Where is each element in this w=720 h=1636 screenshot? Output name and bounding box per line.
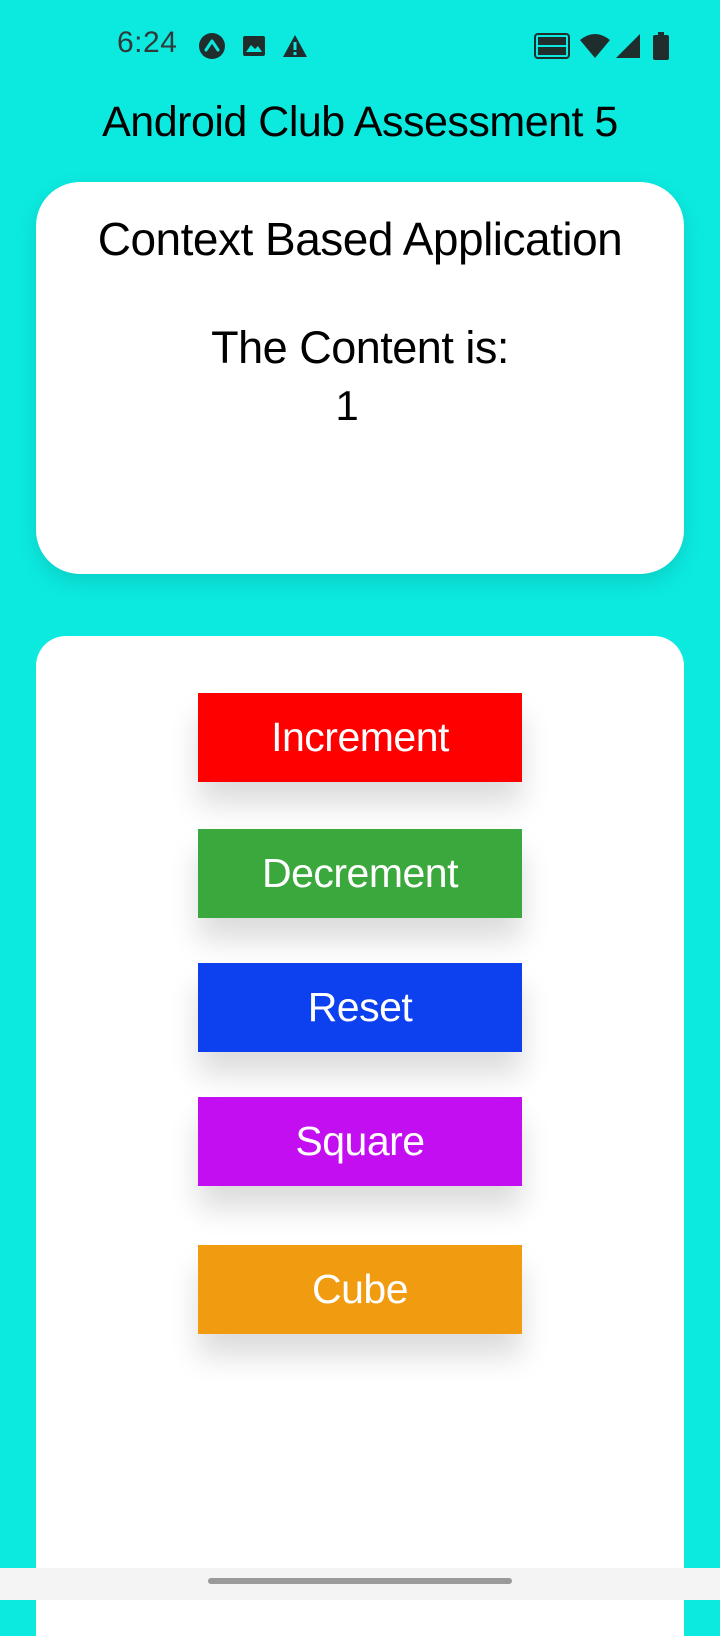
warning-icon — [281, 32, 309, 60]
navigation-bar — [0, 1568, 720, 1600]
vowifi-icon — [534, 32, 570, 60]
status-time: 6:24 — [117, 26, 178, 59]
battery-icon — [652, 32, 670, 60]
decrement-button[interactable]: Decrement — [198, 829, 522, 918]
content-label: The Content is: — [211, 322, 509, 373]
card-title: Context Based Application — [97, 213, 623, 265]
content-card: Context Based Application The Content is… — [36, 182, 684, 574]
status-bar: 6:24 — [0, 0, 720, 90]
signal-icon — [614, 32, 642, 60]
reset-button[interactable]: Reset — [198, 963, 522, 1052]
square-button[interactable]: Square — [198, 1097, 522, 1186]
content-value: 1 — [335, 382, 359, 429]
increment-button[interactable]: Increment — [198, 693, 522, 782]
wifi-icon — [579, 32, 611, 60]
image-icon — [240, 32, 268, 60]
cube-button[interactable]: Cube — [198, 1245, 522, 1334]
app-notification-icon — [198, 32, 226, 60]
gesture-handle[interactable] — [208, 1578, 512, 1584]
app-title: Android Club Assessment 5 — [102, 98, 618, 146]
